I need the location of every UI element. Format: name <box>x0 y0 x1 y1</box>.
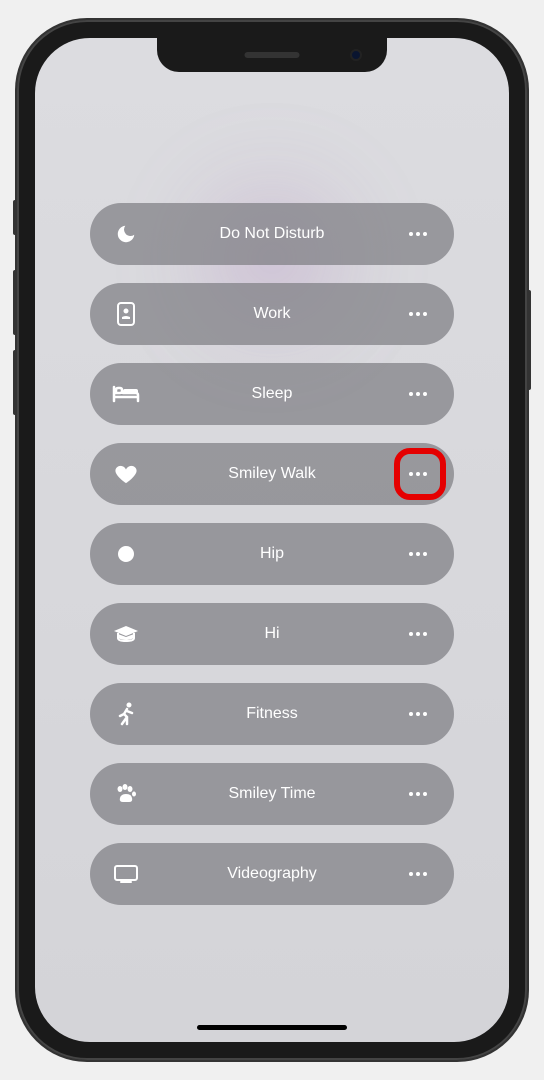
more-options-button[interactable] <box>404 220 432 248</box>
graduation-cap-icon <box>112 620 140 648</box>
more-options-button[interactable] <box>404 300 432 328</box>
more-options-button[interactable] <box>404 540 432 568</box>
badge-icon <box>112 300 140 328</box>
more-options-button[interactable] <box>404 860 432 888</box>
more-options-button[interactable] <box>404 700 432 728</box>
focus-mode-sleep[interactable]: Sleep <box>90 363 454 425</box>
focus-mode-label: Hip <box>140 545 404 563</box>
more-options-button[interactable] <box>404 620 432 648</box>
focus-mode-work[interactable]: Work <box>90 283 454 345</box>
focus-mode-smiley-walk[interactable]: Smiley Walk <box>90 443 454 505</box>
home-indicator[interactable] <box>197 1025 347 1030</box>
phone-device-frame: Do Not Disturb Work Slee <box>17 20 527 1060</box>
moon-icon <box>112 220 140 248</box>
focus-mode-label: Sleep <box>140 385 404 403</box>
focus-mode-label: Work <box>140 305 404 323</box>
focus-mode-videography[interactable]: Videography <box>90 843 454 905</box>
heart-icon <box>112 460 140 488</box>
focus-mode-smiley-time[interactable]: Smiley Time <box>90 763 454 825</box>
focus-mode-label: Hi <box>140 625 404 643</box>
running-icon <box>112 700 140 728</box>
focus-mode-label: Smiley Time <box>140 785 404 803</box>
more-options-button[interactable] <box>404 460 432 488</box>
focus-mode-label: Videography <box>140 865 404 883</box>
circle-icon <box>112 540 140 568</box>
focus-mode-hi[interactable]: Hi <box>90 603 454 665</box>
focus-mode-fitness[interactable]: Fitness <box>90 683 454 745</box>
notch <box>157 38 387 72</box>
display-icon <box>112 860 140 888</box>
more-options-button[interactable] <box>404 380 432 408</box>
phone-screen: Do Not Disturb Work Slee <box>35 38 509 1042</box>
focus-mode-hip[interactable]: Hip <box>90 523 454 585</box>
focus-mode-label: Fitness <box>140 705 404 723</box>
more-options-button[interactable] <box>404 780 432 808</box>
focus-mode-list: Do Not Disturb Work Slee <box>35 38 509 955</box>
bed-icon <box>112 380 140 408</box>
focus-mode-label: Do Not Disturb <box>140 225 404 243</box>
focus-mode-label: Smiley Walk <box>140 465 404 483</box>
focus-mode-dnd[interactable]: Do Not Disturb <box>90 203 454 265</box>
paw-icon <box>112 780 140 808</box>
